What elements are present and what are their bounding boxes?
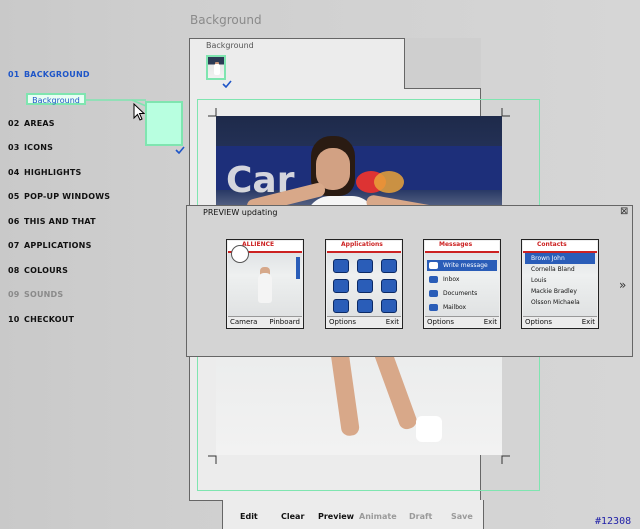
drag-label-chip[interactable]: Background bbox=[26, 93, 86, 105]
sidebar-item-label: APPLICATIONS bbox=[24, 241, 92, 250]
sidebar-item-number: 10 bbox=[8, 315, 20, 324]
app-icon bbox=[357, 259, 373, 273]
softkey-right: Pinboard bbox=[269, 318, 300, 326]
sidebar-item-sounds[interactable]: 09 SOUNDS bbox=[8, 290, 63, 299]
clock-icon bbox=[231, 245, 249, 263]
sidebar-item-number: 07 bbox=[8, 241, 20, 250]
phone-preview-3[interactable]: Messages Write message Inbox Documents M… bbox=[423, 239, 501, 329]
sidebar-item-this-and-that[interactable]: 06 THIS AND THAT bbox=[8, 217, 96, 226]
sidebar-item-label: CHECKOUT bbox=[24, 315, 75, 324]
menu-row: Inbox bbox=[427, 274, 497, 285]
sidebar-item-areas[interactable]: 02 AREAS bbox=[8, 119, 55, 128]
footer-code: #12308 bbox=[595, 516, 632, 527]
sidebar-item-background[interactable]: 01 BACKGROUND bbox=[8, 70, 90, 79]
sidebar-item-number: 05 bbox=[8, 192, 20, 201]
sidebar-item-number: 04 bbox=[8, 168, 20, 177]
drag-label-text: Background bbox=[32, 96, 80, 105]
sidebar-item-number: 02 bbox=[8, 119, 20, 128]
sidebar-item-checkout[interactable]: 10 CHECKOUT bbox=[8, 315, 74, 324]
app-icon bbox=[357, 299, 373, 313]
contact-row: Louis bbox=[531, 277, 547, 284]
sidebar-nav: 01 BACKGROUND 02 AREAS 03 ICONS 04 HIGHLIGHT… bbox=[8, 0, 158, 340]
preview-overlay: PREVIEW updating ⊠ ALLIENCE Camera Pinboa… bbox=[186, 205, 633, 357]
sidebar-item-colours[interactable]: 08 COLOURS bbox=[8, 266, 68, 275]
crop-mark-bottom-right bbox=[501, 455, 510, 464]
phone-preview-4[interactable]: Contacts Brown John Cornella Bland Louis… bbox=[521, 239, 599, 329]
preview-button[interactable]: Preview bbox=[318, 512, 354, 521]
sidebar-item-label: HIGHLIGHTS bbox=[24, 168, 82, 177]
next-arrow-icon[interactable]: » bbox=[619, 278, 626, 292]
checkmark-icon bbox=[175, 146, 185, 154]
crop-mark-top-left bbox=[208, 108, 217, 117]
crop-mark-bottom-left bbox=[208, 455, 217, 464]
sidebar-item-label: BACKGROUND bbox=[24, 70, 90, 79]
background-thumbnail[interactable] bbox=[206, 55, 226, 80]
phone-preview-2[interactable]: Applications Options Exit bbox=[325, 239, 403, 329]
panel-corner-tab bbox=[404, 38, 481, 89]
sidebar-item-label: AREAS bbox=[24, 119, 55, 128]
preview-close-icon[interactable]: ⊠ bbox=[620, 207, 628, 217]
menu-row: Write message bbox=[427, 260, 497, 271]
app-icon bbox=[333, 299, 349, 313]
sidebar-item-label: THIS AND THAT bbox=[24, 217, 96, 226]
sidebar-item-label: POP-UP WINDOWS bbox=[24, 192, 111, 201]
sidebar-item-applications[interactable]: 07 APPLICATIONS bbox=[8, 241, 92, 250]
app-icon bbox=[357, 279, 373, 293]
sidebar-item-icons[interactable]: 03 ICONS bbox=[8, 143, 53, 152]
menu-row: Documents bbox=[427, 288, 497, 299]
sidebar-item-number: 06 bbox=[8, 217, 20, 226]
edit-button[interactable]: Edit bbox=[240, 512, 258, 521]
signal-bars-icon bbox=[296, 257, 300, 279]
softkey-right: Exit bbox=[385, 318, 399, 326]
bottom-toolbar: Edit Clear Preview Animate Draft Save bbox=[222, 500, 484, 529]
softkey-right: Exit bbox=[581, 318, 595, 326]
contact-row: Olsson Michaela bbox=[531, 299, 580, 306]
app-icon bbox=[333, 279, 349, 293]
clear-button[interactable]: Clear bbox=[281, 512, 304, 521]
sidebar-item-label: COLOURS bbox=[24, 266, 69, 275]
save-button[interactable]: Save bbox=[451, 512, 473, 521]
page-title: Background bbox=[190, 13, 262, 27]
app-icon bbox=[381, 279, 397, 293]
softkey-left: Options bbox=[427, 318, 455, 326]
animate-button[interactable]: Animate bbox=[359, 512, 397, 521]
contact-row: Brown John bbox=[525, 253, 595, 264]
sidebar-item-number: 09 bbox=[8, 290, 20, 299]
panel-header-label: Background bbox=[206, 41, 254, 50]
phone-header: Contacts bbox=[523, 241, 597, 253]
softkey-left: Options bbox=[525, 318, 553, 326]
sidebar-item-number: 01 bbox=[8, 70, 20, 79]
contact-row: Cornella Bland bbox=[531, 266, 575, 273]
sidebar-item-number: 03 bbox=[8, 143, 20, 152]
phone-header: Messages bbox=[425, 241, 499, 253]
preview-title: PREVIEW updating bbox=[203, 208, 278, 217]
app-icon bbox=[333, 259, 349, 273]
softkey-left: Options bbox=[329, 318, 357, 326]
sidebar-item-popup-windows[interactable]: 05 POP-UP WINDOWS bbox=[8, 192, 110, 201]
crop-mark-top-right bbox=[501, 108, 510, 117]
app-icon bbox=[381, 299, 397, 313]
phone-header: Applications bbox=[327, 241, 401, 253]
sidebar-item-highlights[interactable]: 04 HIGHLIGHTS bbox=[8, 168, 82, 177]
sidebar-item-number: 08 bbox=[8, 266, 20, 275]
sidebar-item-label: SOUNDS bbox=[24, 290, 64, 299]
menu-row: Mailbox bbox=[427, 302, 497, 313]
sidebar-item-label: ICONS bbox=[24, 143, 54, 152]
app-icon bbox=[381, 259, 397, 273]
draft-button[interactable]: Draft bbox=[409, 512, 432, 521]
softkey-left: Camera bbox=[230, 318, 258, 326]
phone-preview-1[interactable]: ALLIENCE Camera Pinboard bbox=[226, 239, 304, 329]
contact-row: Mackie Bradley bbox=[531, 288, 577, 295]
drop-target-box[interactable] bbox=[145, 101, 183, 146]
softkey-right: Exit bbox=[483, 318, 497, 326]
thumbnail-check-icon bbox=[222, 80, 232, 88]
